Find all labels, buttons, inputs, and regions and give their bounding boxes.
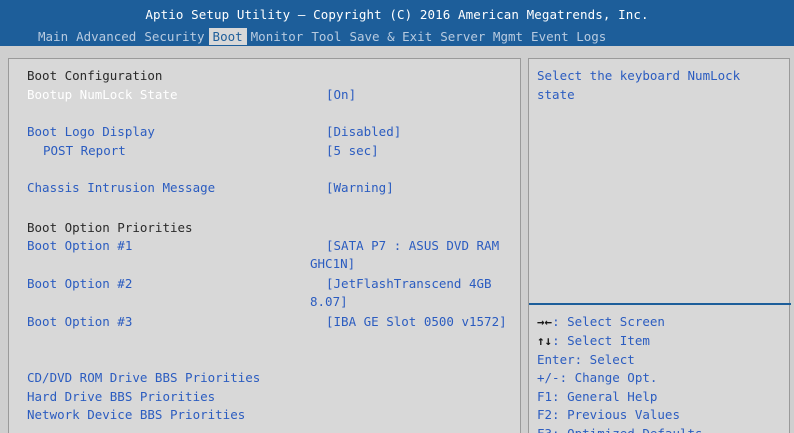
key-select-screen: →←: Select Screen <box>537 313 665 331</box>
post-report-label[interactable]: POST Report <box>43 142 126 160</box>
boot-logo-display-label[interactable]: Boot Logo Display <box>27 123 155 141</box>
tab-monitor[interactable]: Monitor <box>247 28 308 45</box>
boot-logo-display-value[interactable]: [Disabled] <box>326 123 401 141</box>
left-right-arrows-icon: →← <box>537 314 553 329</box>
key-general-help: F1: General Help <box>537 389 658 404</box>
tab-save-exit[interactable]: Save & Exit <box>345 28 436 45</box>
boot-option-3-value[interactable]: [IBA GE Slot 0500 v1572] <box>326 313 507 331</box>
help-divider <box>529 303 791 305</box>
key-change-opt: +/-: Change Opt. <box>537 370 658 385</box>
bootup-numlock-value[interactable]: [On] <box>326 86 356 104</box>
network-device-bbs-priorities-link[interactable]: Network Device BBS Priorities <box>27 406 245 424</box>
boot-option-2-value[interactable]: [JetFlashTranscend 4GB <box>326 275 492 293</box>
tab-advanced[interactable]: Advanced <box>72 28 140 45</box>
boot-option-3-label[interactable]: Boot Option #3 <box>27 313 132 331</box>
tab-security[interactable]: Security <box>140 28 208 45</box>
boot-option-2-value-cont[interactable]: 8.07] <box>310 293 348 311</box>
boot-option-1-label[interactable]: Boot Option #1 <box>27 237 132 255</box>
boot-option-2-label[interactable]: Boot Option #2 <box>27 275 132 293</box>
post-report-value[interactable]: [5 sec] <box>326 142 379 160</box>
section-boot-option-priorities: Boot Option Priorities <box>27 220 193 235</box>
tab-tool[interactable]: Tool <box>307 28 345 45</box>
boot-option-1-value[interactable]: [SATA P7 : ASUS DVD RAM <box>326 237 499 255</box>
bootup-numlock-label[interactable]: Bootup NumLock State <box>27 86 178 104</box>
main-panel: Boot Configuration Bootup NumLock State … <box>0 46 794 433</box>
help-text-line2: state <box>537 87 575 102</box>
up-down-arrows-icon: ↑↓ <box>537 333 553 348</box>
tab-boot[interactable]: Boot <box>208 28 247 45</box>
hard-drive-bbs-priorities-link[interactable]: Hard Drive BBS Priorities <box>27 388 215 406</box>
tab-bar: Main Advanced Security Boot Monitor Tool… <box>34 28 610 45</box>
header-bar: Aptio Setup Utility – Copyright (C) 2016… <box>0 0 794 46</box>
help-pane: Select the keyboard NumLock state →←: Se… <box>528 58 791 433</box>
chassis-intrusion-value[interactable]: [Warning] <box>326 179 394 197</box>
key-enter-select: Enter: Select <box>537 352 635 367</box>
boot-option-1-value-cont[interactable]: GHC1N] <box>310 255 355 273</box>
tab-server-mgmt[interactable]: Server Mgmt <box>436 28 527 45</box>
tab-main[interactable]: Main <box>34 28 72 45</box>
key-optimized-defaults: F3: Optimized Defaults <box>537 425 703 433</box>
tab-event-logs[interactable]: Event Logs <box>527 28 610 45</box>
cddvd-bbs-priorities-link[interactable]: CD/DVD ROM Drive BBS Priorities <box>27 369 260 387</box>
key-select-item-text: : Select Item <box>552 333 650 348</box>
chassis-intrusion-label[interactable]: Chassis Intrusion Message <box>27 179 215 197</box>
key-select-item: ↑↓: Select Item <box>537 332 650 350</box>
key-select-screen-text: : Select Screen <box>552 314 665 329</box>
key-previous-values: F2: Previous Values <box>537 407 680 422</box>
help-text-line1: Select the keyboard NumLock <box>537 68 741 83</box>
section-boot-configuration: Boot Configuration <box>27 68 163 83</box>
settings-pane: Boot Configuration Bootup NumLock State … <box>8 58 521 433</box>
window-title: Aptio Setup Utility – Copyright (C) 2016… <box>145 7 649 22</box>
